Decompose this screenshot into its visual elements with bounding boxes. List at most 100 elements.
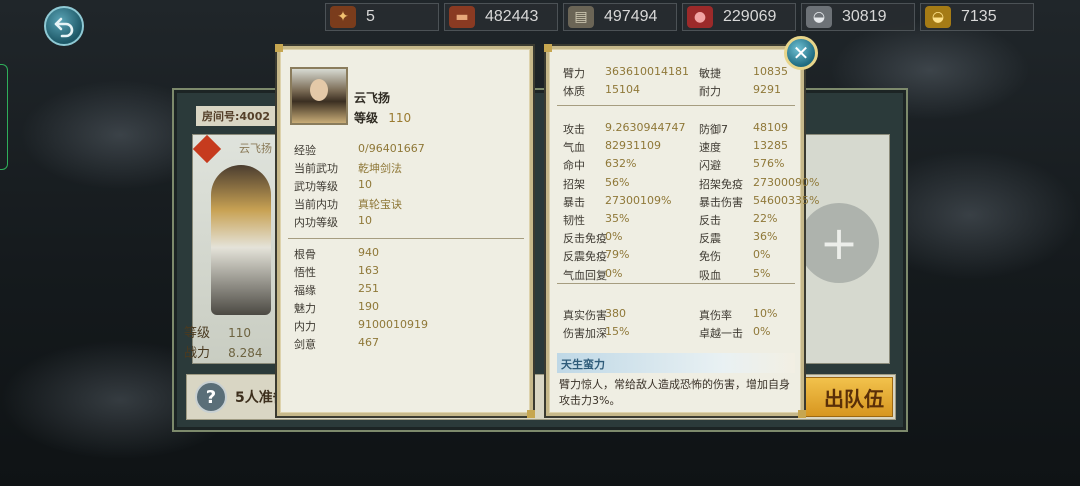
info-row-skill-level: 武功等级 10 [294, 178, 372, 194]
divider [288, 238, 524, 239]
stat-value: 632% [605, 157, 637, 171]
hero-card-level: 等级 110 [184, 322, 251, 341]
hero-card-name: 云飞扬 [239, 142, 272, 155]
attr-row: 根骨 940 [294, 246, 379, 262]
resource-wood[interactable]: ▬ 482443 [444, 3, 558, 31]
resource-gold[interactable]: ◒ 7135 [920, 3, 1034, 31]
stat-row: 命中 632% 闪避 576% [563, 157, 793, 173]
stat-label: 真实伤害 [563, 309, 607, 322]
resource-book[interactable]: ▤ 497494 [563, 3, 677, 31]
stat-value: 13285 [753, 139, 788, 153]
stat-label: 伤害加深 [563, 327, 607, 341]
stat-label: 臂力 [563, 67, 585, 80]
info-value: 真轮宝诀 [358, 198, 402, 211]
resource-value: 497494 [604, 8, 658, 25]
stat-row: 气血 82931109 速度 13285 [563, 139, 793, 155]
stat-value: 22% [753, 212, 778, 225]
stat-row: 气血回复 0% 吸血 5% [563, 267, 793, 283]
close-button[interactable]: ✕ [784, 36, 818, 70]
red-ore-icon: ● [687, 6, 713, 28]
stat-value: 9291 [753, 83, 781, 97]
stat-label: 命中 [563, 159, 585, 173]
attr-row: 内力 9100010919 [294, 318, 428, 334]
info-row-inner: 当前内功 真轮宝诀 [294, 196, 402, 212]
stat-value: 9.2630944747 [605, 121, 686, 134]
stat-label: 反击免疫 [563, 232, 607, 246]
stat-value: 27300090% [753, 175, 820, 189]
resource-value: 482443 [485, 8, 539, 25]
info-value: 0/96401667 [358, 142, 425, 155]
stat-value: 35% [605, 212, 630, 225]
stat-label: 闪避 [699, 159, 721, 173]
stat-value: 0% [753, 325, 771, 339]
level-label: 等级 [184, 326, 211, 341]
stat-value: 48109 [753, 121, 788, 134]
stat-value: 54600335% [753, 193, 820, 207]
stat-row: 体质 15104 耐力 9291 [563, 83, 793, 99]
divider [557, 105, 795, 106]
talent-title: 天生蛮力 [557, 353, 795, 373]
attr-row: 悟性 163 [294, 264, 379, 280]
hero-portrait [290, 67, 348, 125]
stat-label: 免伤 [699, 250, 721, 264]
info-label: 当前武功 [294, 162, 338, 175]
stat-label: 反击 [699, 214, 721, 227]
info-value: 10 [358, 178, 372, 191]
stat-label: 攻击 [563, 123, 585, 136]
back-button[interactable] [44, 6, 84, 46]
attr-label: 剑意 [294, 338, 316, 351]
info-row-exp: 经验 0/96401667 [294, 142, 425, 158]
stat-label: 暴击 [563, 195, 585, 209]
stat-row: 臂力 363610014181 敏捷 10835 [563, 65, 793, 81]
talent-description: 臂力惊人，常给敌人造成恐怖的伤害，增加自身攻击力3%。 [559, 378, 790, 407]
resource-value: 30819 [842, 8, 887, 25]
resource-scroll[interactable]: ✦ 5 [325, 3, 439, 31]
power-value: 8.284 [228, 346, 263, 360]
scroll-token-icon: ✦ [330, 6, 356, 28]
stat-label: 招架免疫 [699, 177, 743, 191]
hero-level-value: 110 [388, 111, 412, 125]
book-icon: ▤ [568, 6, 594, 28]
attr-value: 251 [358, 282, 379, 295]
attr-label: 悟性 [294, 266, 316, 279]
stat-label: 反震 [699, 232, 721, 246]
hero-level: 等级 110 [354, 109, 411, 126]
add-member-icon[interactable]: + [799, 203, 879, 283]
stat-row: 伤害加深 15% 卓越一击 0% [563, 325, 793, 341]
attr-value: 163 [358, 264, 379, 277]
wood-log-icon: ▬ [449, 6, 475, 28]
stat-row: 反震免疫 79% 免伤 0% [563, 248, 793, 264]
info-label: 武功等级 [294, 180, 338, 193]
hero-stats-panel: 臂力 363610014181 敏捷 10835 体质 15104 耐力 9291 攻击 9.26… [544, 44, 819, 418]
divider [557, 283, 795, 284]
attr-value: 190 [358, 300, 379, 313]
stat-value: 82931109 [605, 139, 661, 153]
side-tab[interactable] [0, 64, 8, 170]
stat-label: 反震免疫 [563, 250, 607, 264]
stat-value: 27300109% [605, 193, 672, 207]
stat-value: 56% [605, 175, 630, 189]
gold-ingot-icon: ◒ [925, 6, 951, 28]
stat-label: 气血回复 [563, 268, 607, 282]
stat-label: 耐力 [699, 85, 721, 99]
resource-value: 5 [366, 8, 375, 25]
help-icon[interactable]: ? [195, 381, 227, 413]
attr-row: 魅力 190 [294, 300, 379, 316]
stat-label: 暴击伤害 [699, 195, 743, 209]
resource-value: 7135 [961, 8, 997, 25]
info-value: 10 [358, 214, 372, 227]
attr-label: 魅力 [294, 302, 316, 315]
info-value: 乾坤剑法 [358, 162, 402, 175]
stat-value: 5% [753, 266, 771, 280]
stat-value: 0% [605, 266, 623, 280]
stat-row: 攻击 9.2630944747 防御7 48109 [563, 121, 793, 137]
stat-value: 576% [753, 157, 785, 171]
resource-ore[interactable]: ● 229069 [682, 3, 796, 31]
leave-team-button[interactable]: 出队伍 [805, 377, 893, 417]
stat-label: 卓越一击 [699, 327, 743, 341]
attr-label: 根骨 [294, 248, 316, 261]
resource-silver[interactable]: ◒ 30819 [801, 3, 915, 31]
hero-figure [211, 165, 271, 315]
silver-ingot-icon: ◒ [806, 6, 832, 28]
attr-label: 内力 [294, 320, 316, 333]
